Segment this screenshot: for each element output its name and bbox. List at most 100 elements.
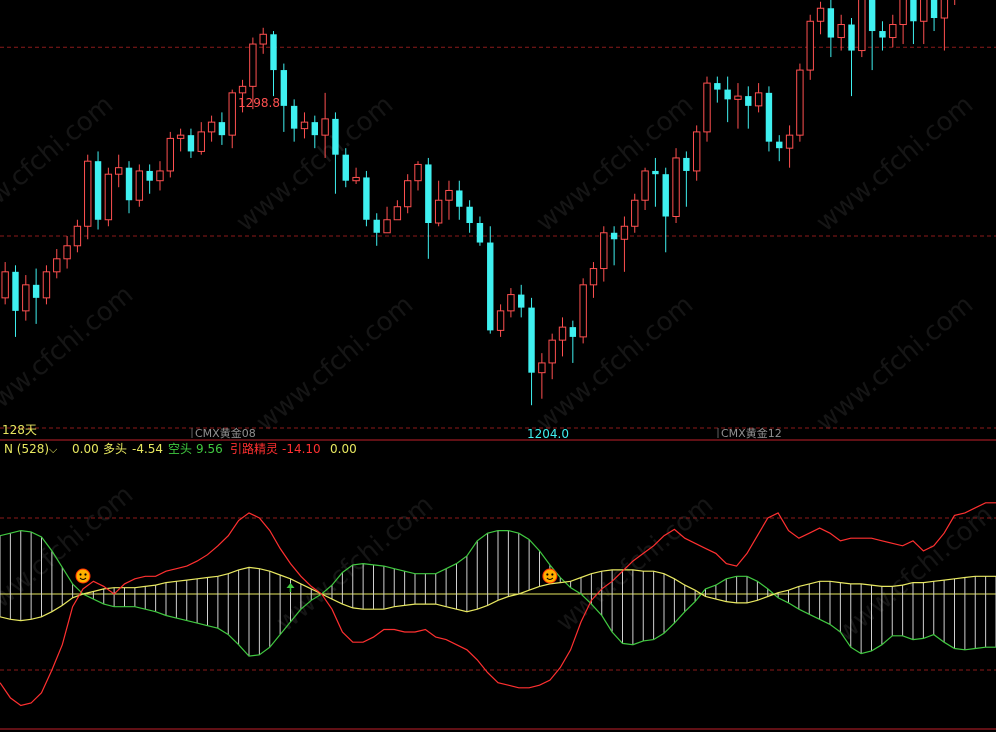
candle-body xyxy=(300,121,309,130)
candle-body xyxy=(32,284,40,298)
candle-body xyxy=(393,206,402,221)
candle-body xyxy=(528,307,535,373)
candle-body xyxy=(538,362,546,374)
smiley-eye xyxy=(84,573,87,576)
candle-body xyxy=(352,176,360,182)
candle-body xyxy=(899,0,907,26)
chevron-down-icon[interactable]: ⌵ xyxy=(49,443,58,456)
smiley-icon xyxy=(75,568,91,584)
smiley-face xyxy=(542,568,558,584)
candle-body xyxy=(218,122,226,136)
candle-body xyxy=(600,232,608,270)
candle-body xyxy=(146,170,153,181)
indicator-name[interactable]: N (528) xyxy=(4,442,49,456)
candle-body xyxy=(84,160,92,227)
candle-body xyxy=(858,0,866,52)
candle-body xyxy=(827,8,835,38)
extra-value: 0.00 xyxy=(330,442,357,456)
candle-body xyxy=(228,92,236,136)
candle-body xyxy=(487,242,494,331)
candle-body xyxy=(403,180,412,208)
contract-label-12: CMX黄金12 xyxy=(721,426,782,440)
candle-body xyxy=(930,0,938,19)
candle-body xyxy=(176,134,185,139)
candle-body xyxy=(445,189,453,201)
candle xyxy=(796,63,804,142)
candle-body xyxy=(290,105,298,129)
candle-body xyxy=(42,271,51,299)
candle-body xyxy=(280,70,288,106)
smiley-eye xyxy=(546,573,549,576)
candle-body xyxy=(63,245,71,260)
candle-body xyxy=(940,0,949,19)
candle-body xyxy=(837,24,845,39)
candle-body xyxy=(12,271,19,311)
candle-body xyxy=(816,7,825,22)
candle-body xyxy=(125,167,133,201)
candle-body xyxy=(104,173,113,221)
candle-body xyxy=(631,199,639,227)
spirit-value: -14.10 xyxy=(282,442,321,456)
candle xyxy=(166,131,175,178)
candle-body xyxy=(476,223,484,243)
bull-value: -4.54 xyxy=(132,442,163,456)
candle-body xyxy=(73,225,82,247)
candle-body xyxy=(321,118,329,136)
candle-body xyxy=(776,141,783,149)
candle-body xyxy=(879,31,886,38)
candle-body xyxy=(507,294,515,312)
candle-body xyxy=(332,118,339,155)
candle-body xyxy=(920,0,928,22)
candle-body xyxy=(53,258,61,273)
candle-body xyxy=(889,24,897,39)
candle-body xyxy=(342,154,349,181)
kline-chart: www.cfchi.com www.cfchi.com www.cfchi.comw… xyxy=(0,0,996,732)
candle-body xyxy=(692,131,701,172)
candle-body xyxy=(373,219,380,233)
candle-body xyxy=(1,271,9,299)
candle-body xyxy=(579,284,587,338)
candle xyxy=(806,14,814,80)
smiley-eye xyxy=(551,573,554,576)
candle-body xyxy=(197,131,205,152)
candle xyxy=(135,164,144,207)
candle-body xyxy=(22,284,30,312)
candle-body xyxy=(207,121,216,133)
candle xyxy=(579,278,587,344)
candle-body xyxy=(259,33,267,45)
candle-body xyxy=(589,268,598,286)
candle-body xyxy=(652,170,659,175)
candle-body xyxy=(425,164,432,224)
candle-body xyxy=(785,134,794,149)
candle-body xyxy=(249,43,257,87)
indicator-header: N (528) ⌵ 0.00 多头 -4.54 空头 9.56 引路精灵 -14… xyxy=(4,441,357,456)
candle xyxy=(703,76,711,142)
high-price-label: 1298.8 xyxy=(238,96,280,110)
candle-body xyxy=(238,85,247,94)
candle-body xyxy=(683,157,690,171)
candle-body xyxy=(135,170,144,201)
candle-body xyxy=(703,82,711,133)
candle xyxy=(94,151,102,230)
candle-body xyxy=(806,20,814,71)
candle-body xyxy=(569,327,577,337)
candle-body xyxy=(270,34,277,71)
candle-body xyxy=(383,219,391,234)
candle xyxy=(84,154,92,240)
candle-body xyxy=(363,177,370,220)
candle-body xyxy=(156,170,164,182)
contract-label-08: CMX黄金08 xyxy=(195,426,256,440)
candle-body xyxy=(114,167,123,175)
smiley-icon xyxy=(542,568,558,584)
candle-body xyxy=(734,95,742,100)
indicator-value0: 0.00 xyxy=(72,442,99,456)
spirit-label: 引路精灵 xyxy=(230,441,278,456)
candle-body xyxy=(848,24,855,51)
candle-body xyxy=(620,225,629,240)
candle-body xyxy=(434,199,443,224)
candle xyxy=(363,170,370,227)
candle-body xyxy=(796,69,804,136)
candle-body xyxy=(910,0,917,22)
smiley-face xyxy=(75,568,91,584)
smiley-eye xyxy=(79,573,82,576)
